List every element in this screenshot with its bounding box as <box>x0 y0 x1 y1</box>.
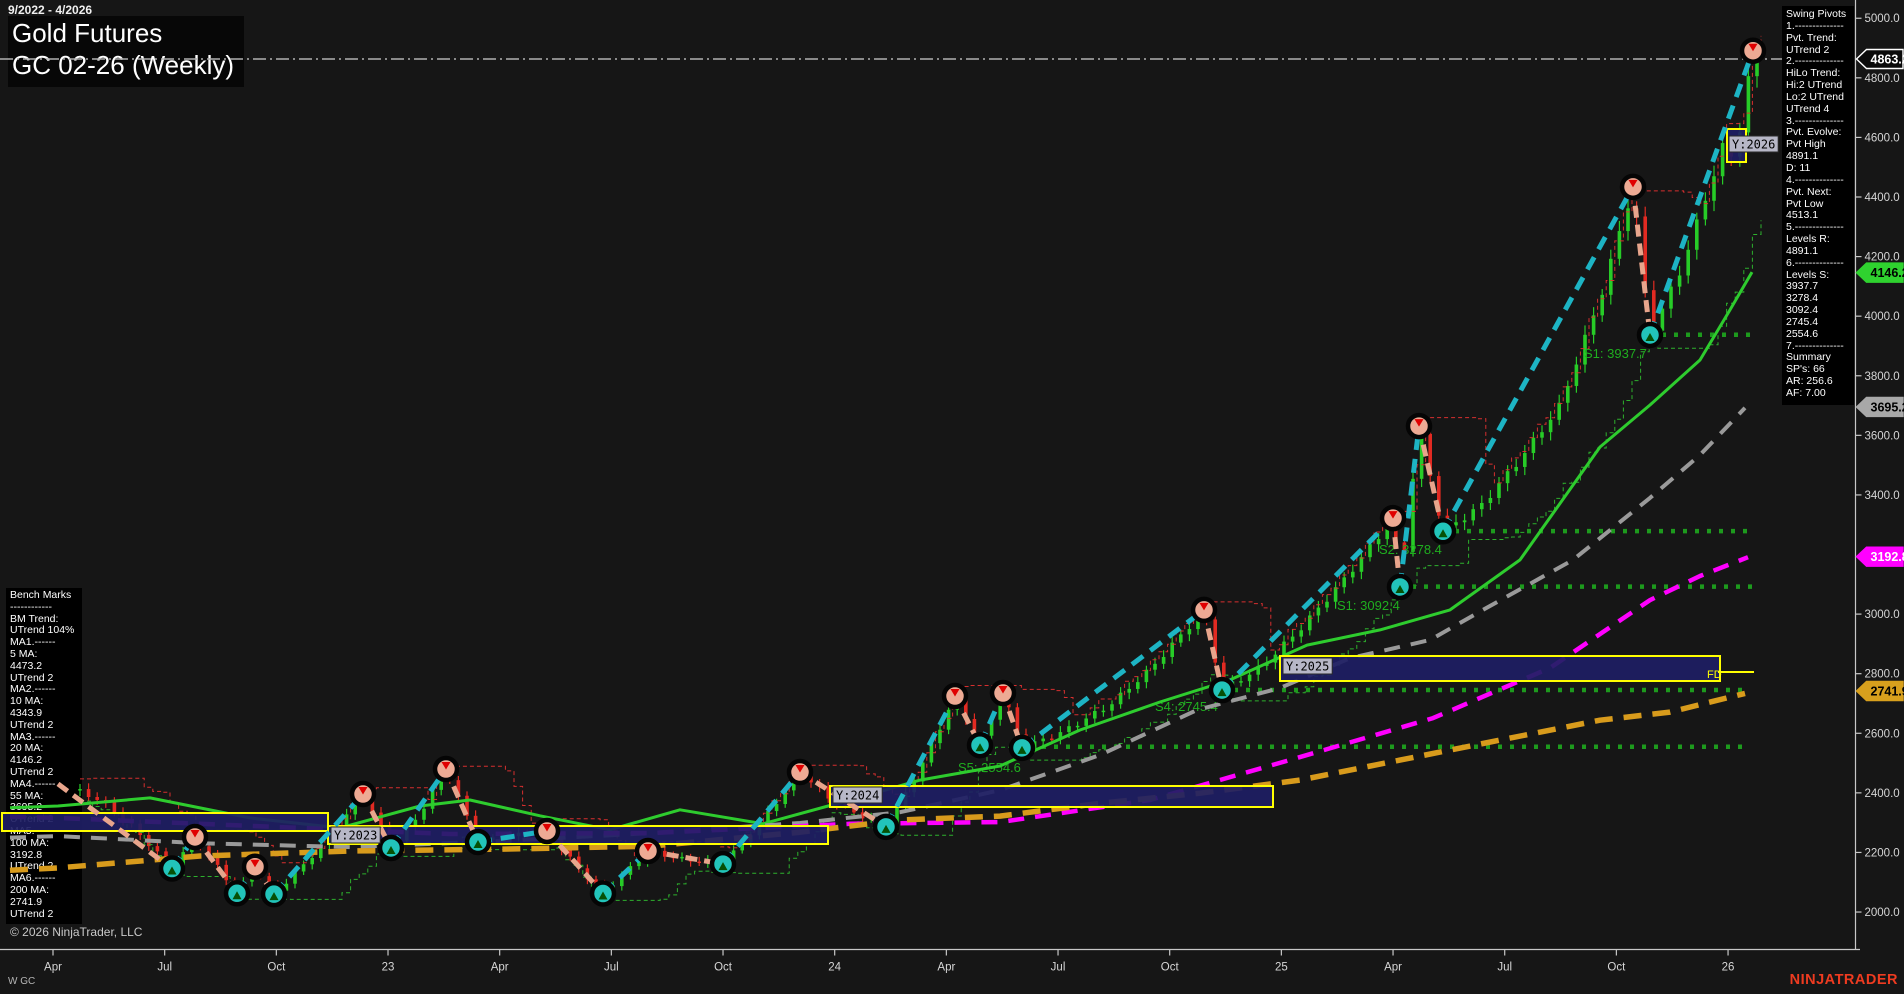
price-tick-label: 3600.0 <box>1865 430 1900 442</box>
price-tick-label: 2200.0 <box>1865 847 1900 859</box>
price-badge-value: 3695.2 <box>1871 400 1904 414</box>
chart-canvas[interactable]: S1: 3937.7S2: 3278.4S1: 3092.4S4: 2745.4… <box>0 0 1904 994</box>
swing-pivots-line: AF: 7.00 <box>1786 388 1854 400</box>
year-range-boxes <box>2 129 1746 844</box>
price-tick-label: 3000.0 <box>1865 609 1900 621</box>
swing-pivots-line: 6.-------------- <box>1786 258 1854 270</box>
time-tick-label: Oct <box>267 962 286 974</box>
price-tick-label: 4000.0 <box>1865 311 1900 323</box>
swing-pivots-line: 2554.6 <box>1786 329 1854 341</box>
ma-line <box>10 272 1752 830</box>
price-badge-value: 4863.2 <box>1871 53 1904 67</box>
year-box[interactable] <box>2 813 328 831</box>
price-axis-labels[interactable]: 5000.0 4800.0 4600.0 4400.0 4200.0 4000.0 3800… <box>1856 13 1900 919</box>
copyright-text: © 2026 NinjaTrader, LLC <box>10 925 142 939</box>
swing-pivots-line: Lo:2 UTrend <box>1786 92 1854 104</box>
price-tick-label: 2000.0 <box>1865 907 1900 919</box>
time-tick-label: Oct <box>1607 962 1626 974</box>
price-tick-label: 4400.0 <box>1865 192 1900 204</box>
price-tick-label: 4600.0 <box>1865 132 1900 144</box>
instrument-tag: W GC <box>8 976 35 987</box>
time-tick-label: Oct <box>1161 962 1180 974</box>
year-box[interactable] <box>1280 656 1720 681</box>
time-tick-label: Jul <box>1051 962 1066 974</box>
fd-label: FD <box>1707 669 1722 681</box>
ninjatrader-logo: NINJATRADER <box>1790 972 1898 988</box>
time-tick-label: Oct <box>714 962 733 974</box>
trail-stop-line <box>80 36 1761 863</box>
time-tick-label: Apr <box>1384 962 1402 974</box>
support-level-label: S1: 3092.4 <box>1337 598 1400 613</box>
support-level-label: S2: 3278.4 <box>1379 542 1442 557</box>
time-tick-label: 23 <box>382 962 395 974</box>
price-tick-label: 3800.0 <box>1865 371 1900 383</box>
swing-pivots-line: 4891.1 <box>1786 246 1854 258</box>
time-tick-label: Jul <box>604 962 619 974</box>
swing-pivots-line: 1.-------------- <box>1786 21 1854 33</box>
swing-pivots-line: 2745.4 <box>1786 317 1854 329</box>
swing-pivots-panel: Swing Pivots1.--------------Pvt. Trend:U… <box>1782 6 1854 405</box>
time-tick-label: Apr <box>44 962 62 974</box>
time-tick-label: Jul <box>1497 962 1512 974</box>
swing-pivots-line: 4.-------------- <box>1786 175 1854 187</box>
time-tick-label: 26 <box>1722 962 1735 974</box>
ma-line <box>10 693 1745 870</box>
price-badge-value: 2741.9 <box>1871 684 1904 698</box>
swing-pivots-line: UTrend 4 <box>1786 104 1854 116</box>
ma-line <box>10 408 1745 847</box>
swing-pivots-line: Pvt. Trend: <box>1786 33 1854 45</box>
time-tick-label: Jul <box>157 962 172 974</box>
price-tick-label: 4800.0 <box>1865 73 1900 85</box>
price-badge-value: 4146.2 <box>1871 266 1904 280</box>
year-box-label: Y:2023 <box>334 829 377 843</box>
year-box-label: Y:2024 <box>836 789 879 803</box>
support-level-label: S1: 3937.7 <box>1584 346 1647 361</box>
price-tick-label: 2600.0 <box>1865 728 1900 740</box>
price-tick-label: 2800.0 <box>1865 669 1900 681</box>
time-tick-label: 25 <box>1275 962 1288 974</box>
price-tick-label: 3400.0 <box>1865 490 1900 502</box>
year-box-label: Y:2026 <box>1732 138 1775 152</box>
time-tick-label: Apr <box>937 962 955 974</box>
chart-window: { "header": { "range_label": "9/2022 - 4… <box>0 0 1904 994</box>
swing-up-leg <box>1400 426 1419 587</box>
swing-up-leg <box>1022 610 1204 748</box>
swing-down-leg <box>1633 187 1650 335</box>
price-tick-label: 5000.0 <box>1865 13 1900 25</box>
price-badge-value: 3192.8 <box>1871 550 1904 564</box>
time-axis-labels[interactable]: Apr Jul Oct 23 Apr Jul Oct 24 Apr Jul Oct 25 Apr Jul O… <box>44 950 1734 974</box>
time-tick-label: Apr <box>491 962 509 974</box>
price-tick-label: 4200.0 <box>1865 252 1900 264</box>
year-box-label: Y:2025 <box>1286 660 1329 674</box>
price-tick-label: 2400.0 <box>1865 788 1900 800</box>
swing-pivots-line: Pvt. Next: <box>1786 187 1854 199</box>
time-tick-label: 24 <box>828 962 841 974</box>
candlesticks <box>78 46 1759 896</box>
